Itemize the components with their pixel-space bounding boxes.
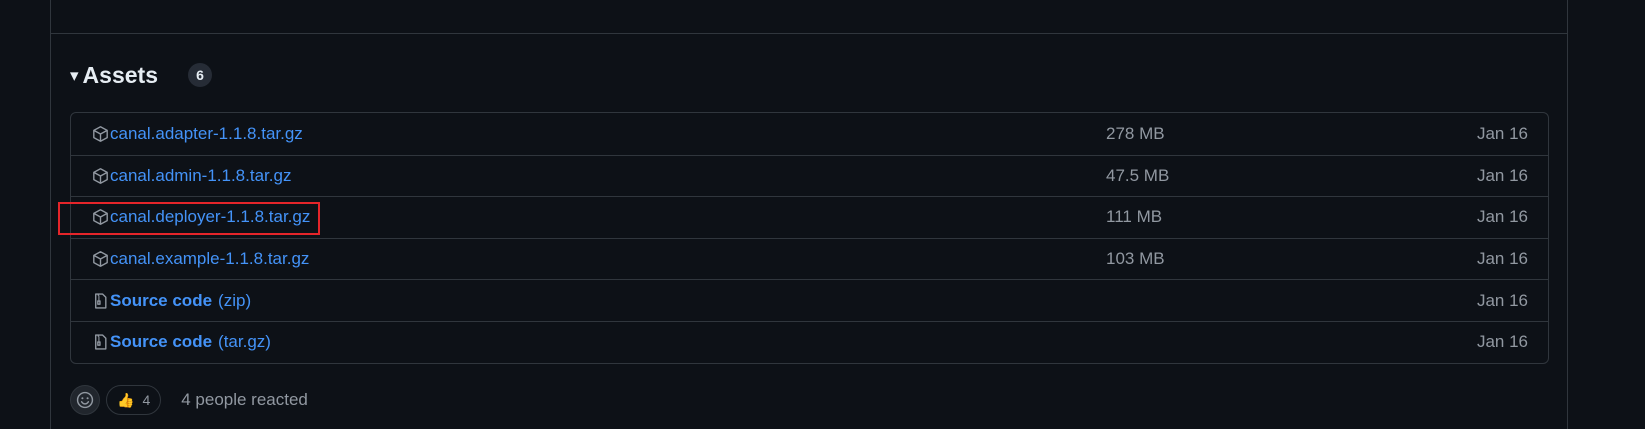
asset-format[interactable]: (zip) [218,291,251,311]
asset-row: canal.deployer-1.1.8.tar.gz 111 MB Jan 1… [71,196,1548,238]
asset-link[interactable]: Source code [110,332,212,352]
asset-date: Jan 16 [1476,332,1528,352]
divider [50,33,1568,34]
asset-date: Jan 16 [1476,207,1528,227]
assets-count-badge: 6 [187,63,212,87]
asset-left: Source code (zip) [92,280,251,321]
reactions-summary: 4 people reacted [181,390,308,409]
asset-left: canal.example-1.1.8.tar.gz [92,239,309,280]
asset-link[interactable]: canal.example-1.1.8.tar.gz [110,249,309,269]
reaction-count: 4 [142,392,151,408]
asset-row: canal.example-1.1.8.tar.gz 103 MB Jan 16 [71,237,1548,280]
asset-size: 111 MB [1106,207,1163,227]
asset-date: Jan 16 [1476,123,1528,143]
asset-link[interactable]: canal.deployer-1.1.8.tar.gz [110,207,310,227]
asset-link[interactable]: canal.adapter-1.1.8.tar.gz [110,124,303,144]
package-icon [92,125,109,143]
asset-row: Source code (zip) Jan 16 [71,279,1548,321]
package-icon [92,250,109,268]
asset-date: Jan 16 [1476,290,1528,310]
asset-size: 103 MB [1106,249,1165,269]
assets-list: canal.adapter-1.1.8.tar.gz 278 MB Jan 16… [70,112,1549,364]
package-icon [92,208,109,226]
caret-down-icon[interactable]: ▾ [70,67,79,84]
asset-date: Jan 16 [1476,165,1528,185]
thumbs-up-icon: 👍 [117,391,135,408]
asset-row: canal.adapter-1.1.8.tar.gz 278 MB Jan 16 [71,113,1548,155]
asset-left: canal.admin-1.1.8.tar.gz [92,156,291,197]
release-page: ▾ Assets 6 canal.adapter-1.1.8.tar.gz 27… [0,0,1645,429]
asset-link-label: Source code [110,332,213,352]
thumbs-up-reaction[interactable]: 👍 4 [106,385,162,415]
asset-link[interactable]: Source code [110,291,212,311]
asset-left: Source code (tar.gz) [92,322,271,363]
asset-link-label: Source code [110,290,213,310]
asset-left: canal.deployer-1.1.8.tar.gz [92,197,310,238]
asset-left: canal.adapter-1.1.8.tar.gz [92,113,303,155]
asset-link[interactable]: canal.admin-1.1.8.tar.gz [110,166,291,186]
asset-date: Jan 16 [1476,249,1528,269]
asset-size: 47.5 MB [1106,165,1170,185]
assets-header[interactable]: ▾ Assets 6 [70,60,212,90]
reactions-bar: 👍 4 4 people reacted [70,385,308,415]
asset-row: Source code (tar.gz) Jan 16 [71,320,1548,363]
smiley-icon [76,391,94,409]
file-zip-icon [92,333,109,351]
asset-format[interactable]: (tar.gz) [218,332,271,352]
assets-title: Assets [82,61,158,88]
package-icon [92,167,109,185]
add-reaction-button[interactable] [70,385,100,415]
file-zip-icon [92,292,109,310]
asset-row: canal.admin-1.1.8.tar.gz 47.5 MB Jan 16 [71,154,1548,197]
asset-size: 278 MB [1106,123,1165,143]
